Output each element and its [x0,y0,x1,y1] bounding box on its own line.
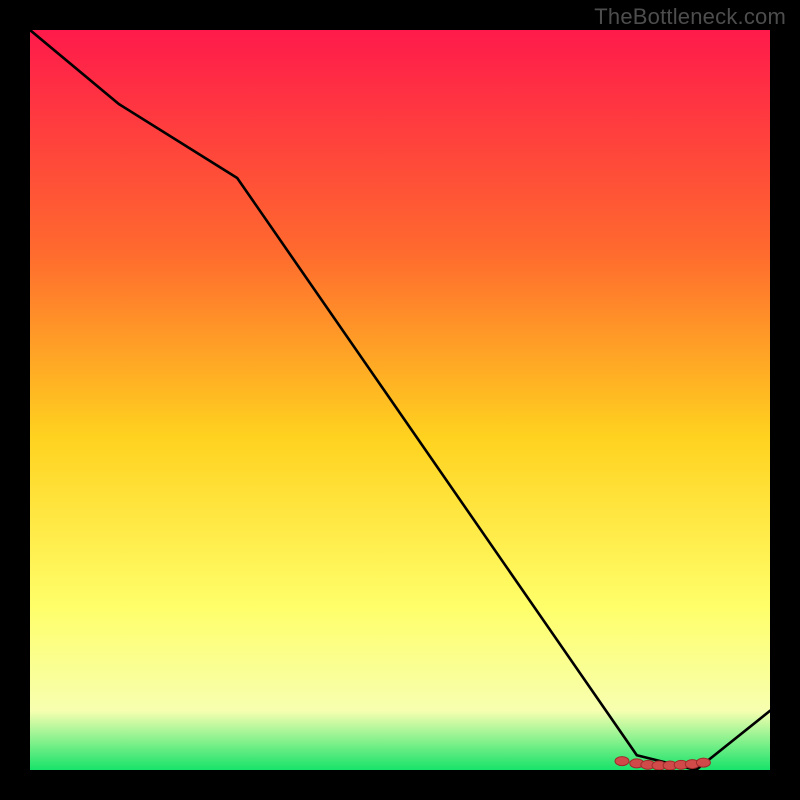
watermark-label: TheBottleneck.com [594,4,786,30]
marker-point [696,758,710,767]
marker-point [615,757,629,766]
marker-cluster [615,757,710,770]
curve-line [30,30,770,770]
data-overlay [30,30,770,770]
chart-frame: TheBottleneck.com [0,0,800,800]
plot-area [30,30,770,770]
